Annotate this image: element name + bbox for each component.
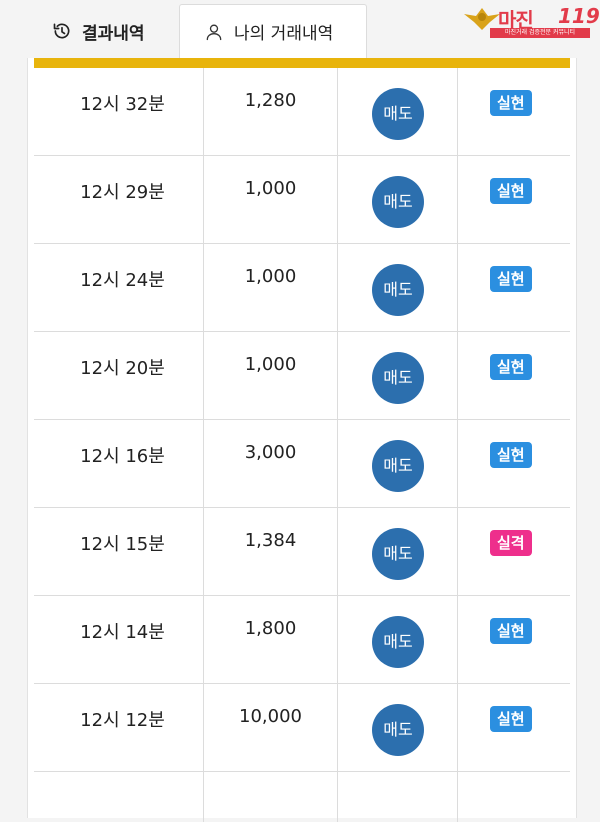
sell-button[interactable]: 매도 bbox=[372, 176, 424, 228]
action-cell: 매도 bbox=[338, 332, 458, 419]
tab-my-trades-label: 나의 거래내역 bbox=[234, 24, 334, 44]
trade-amount: 1,000 bbox=[244, 178, 297, 199]
sell-button[interactable]: 매도 bbox=[372, 264, 424, 316]
amount-cell: 1,800 bbox=[204, 596, 338, 683]
amount-cell: 1,384 bbox=[204, 508, 338, 595]
status-badge: 실현 bbox=[490, 354, 532, 380]
status-badge: 실현 bbox=[490, 90, 532, 116]
table-row: 12시 16분 3,000 매도 실현 bbox=[34, 420, 570, 508]
amount-cell: 1,000 bbox=[204, 332, 338, 419]
status-cell: 실현 bbox=[458, 156, 570, 243]
tab-result-history-label: 결과내역 bbox=[82, 23, 145, 44]
tab-result-history[interactable]: 결과내역 bbox=[28, 4, 178, 58]
status-cell: 실현 bbox=[458, 244, 570, 331]
sell-button[interactable]: 매도 bbox=[372, 616, 424, 668]
status-badge: 실현 bbox=[490, 618, 532, 644]
action-cell: 매도 bbox=[338, 156, 458, 243]
trade-amount: 10,000 bbox=[239, 706, 302, 727]
trade-time: 12시 12분 bbox=[80, 710, 165, 731]
trade-amount: 1,000 bbox=[244, 266, 297, 287]
sell-button[interactable]: 매도 bbox=[372, 440, 424, 492]
action-cell bbox=[338, 772, 458, 822]
amount-cell: 1,000 bbox=[204, 244, 338, 331]
sell-button[interactable]: 매도 bbox=[372, 88, 424, 140]
trade-amount: 1,280 bbox=[244, 90, 297, 111]
trade-time: 12시 20분 bbox=[80, 358, 165, 379]
status-badge: 실현 bbox=[490, 706, 532, 732]
amount-cell: 3,000 bbox=[204, 420, 338, 507]
tab-my-trades[interactable]: 나의 거래내역 bbox=[179, 4, 367, 58]
table-row: 12시 29분 1,000 매도 실현 bbox=[34, 156, 570, 244]
trade-history-panel: 12시 32분 1,280 매도 실현 12시 29분 1,000 매도 실현 12시 24분 1… bbox=[27, 58, 577, 822]
status-badge: 실격 bbox=[490, 530, 532, 556]
status-cell bbox=[458, 772, 570, 822]
trade-time: 12시 16분 bbox=[80, 446, 165, 467]
trade-time: 12시 29분 bbox=[80, 182, 165, 203]
trade-time: 12시 15분 bbox=[80, 534, 165, 555]
status-cell: 실현 bbox=[458, 420, 570, 507]
action-cell: 매도 bbox=[338, 244, 458, 331]
trade-time: 12시 32분 bbox=[80, 94, 165, 115]
time-cell: 12시 32분 bbox=[34, 68, 204, 155]
site-logo[interactable]: 마진 119 마진거래 검증전문 커뮤니티 bbox=[462, 4, 600, 38]
sell-button[interactable]: 매도 bbox=[372, 704, 424, 756]
sell-button[interactable]: 매도 bbox=[372, 528, 424, 580]
table-row: 12시 12분 10,000 매도 실현 bbox=[34, 684, 570, 772]
time-cell: 12시 15분 bbox=[34, 508, 204, 595]
time-cell: 12시 14분 bbox=[34, 596, 204, 683]
table-header-bar bbox=[34, 58, 570, 68]
sell-button[interactable]: 매도 bbox=[372, 352, 424, 404]
status-badge: 실현 bbox=[490, 266, 532, 292]
amount-cell bbox=[204, 772, 338, 822]
amount-cell: 1,280 bbox=[204, 68, 338, 155]
trade-amount: 3,000 bbox=[244, 442, 297, 463]
trade-amount: 1,800 bbox=[244, 618, 297, 639]
status-cell: 실격 bbox=[458, 508, 570, 595]
logo-tagline: 마진거래 검증전문 커뮤니티 bbox=[490, 28, 590, 38]
action-cell: 매도 bbox=[338, 68, 458, 155]
status-cell: 실현 bbox=[458, 68, 570, 155]
status-cell: 실현 bbox=[458, 684, 570, 771]
trade-time: 12시 14분 bbox=[80, 622, 165, 643]
table-row: 12시 15분 1,384 매도 실격 bbox=[34, 508, 570, 596]
table-row: 12시 32분 1,280 매도 실현 bbox=[34, 68, 570, 156]
history-icon bbox=[53, 23, 70, 39]
trade-amount: 1,384 bbox=[244, 530, 297, 551]
action-cell: 매도 bbox=[338, 420, 458, 507]
status-badge: 실현 bbox=[490, 442, 532, 468]
action-cell: 매도 bbox=[338, 684, 458, 771]
table-row: 12시 20분 1,000 매도 실현 bbox=[34, 332, 570, 420]
table-row-partial bbox=[34, 772, 570, 822]
table-row: 12시 24분 1,000 매도 실현 bbox=[34, 244, 570, 332]
trade-table: 12시 32분 1,280 매도 실현 12시 29분 1,000 매도 실현 12시 24분 1… bbox=[34, 68, 570, 822]
trade-time: 12시 24분 bbox=[80, 270, 165, 291]
status-badge: 실현 bbox=[490, 178, 532, 204]
action-cell: 매도 bbox=[338, 508, 458, 595]
status-cell: 실현 bbox=[458, 332, 570, 419]
table-row: 12시 14분 1,800 매도 실현 bbox=[34, 596, 570, 684]
time-cell: 12시 16분 bbox=[34, 420, 204, 507]
logo-number: 119 bbox=[558, 4, 600, 28]
time-cell: 12시 29분 bbox=[34, 156, 204, 243]
trade-amount: 1,000 bbox=[244, 354, 297, 375]
amount-cell: 10,000 bbox=[204, 684, 338, 771]
status-cell: 실현 bbox=[458, 596, 570, 683]
time-cell: 12시 12분 bbox=[34, 684, 204, 771]
time-cell: 12시 20분 bbox=[34, 332, 204, 419]
action-cell: 매도 bbox=[338, 596, 458, 683]
time-cell bbox=[34, 772, 204, 822]
user-icon bbox=[206, 24, 222, 40]
time-cell: 12시 24분 bbox=[34, 244, 204, 331]
amount-cell: 1,000 bbox=[204, 156, 338, 243]
